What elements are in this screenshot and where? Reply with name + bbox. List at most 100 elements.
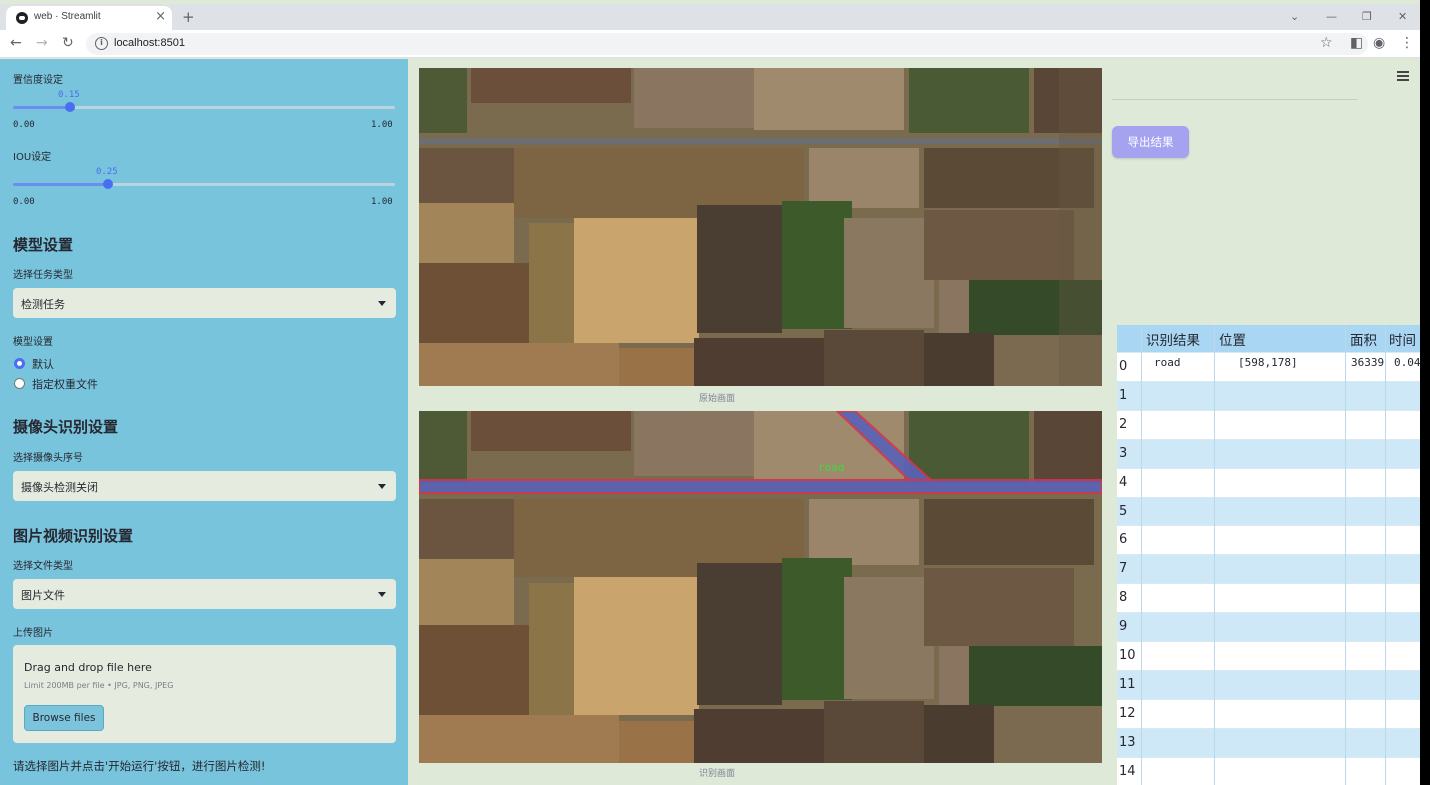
detection-result-image bbox=[419, 411, 1102, 763]
confidence-slider-fill bbox=[13, 106, 70, 109]
file-type-label: 选择文件类型 bbox=[13, 561, 73, 572]
table-row[interactable]: 2 bbox=[1117, 409, 1420, 439]
row-index: 7 bbox=[1119, 561, 1128, 577]
header-time: 时间 bbox=[1389, 333, 1416, 349]
column-divider bbox=[1141, 325, 1142, 785]
browse-files-button[interactable]: Browse files bbox=[24, 705, 104, 731]
cell-result: road bbox=[1154, 356, 1181, 369]
aerial-farmland-image bbox=[419, 68, 1102, 386]
table-row[interactable]: 6 bbox=[1117, 525, 1420, 555]
navigation-bar: ← → ↻ i localhost:8501 ☆ ◧ ◉ ⋮ bbox=[0, 30, 1420, 58]
row-index: 14 bbox=[1119, 763, 1136, 779]
iou-slider[interactable] bbox=[13, 179, 395, 189]
iou-min: 0.00 bbox=[13, 197, 35, 207]
confidence-max: 1.00 bbox=[371, 120, 393, 130]
original-caption: 原始画面 bbox=[698, 394, 735, 404]
row-index: 11 bbox=[1119, 676, 1136, 692]
table-row[interactable]: 3 bbox=[1117, 438, 1420, 468]
upload-label: 上传图片 bbox=[13, 628, 53, 639]
streamlit-favicon-icon bbox=[16, 12, 28, 24]
radio-selected-icon bbox=[14, 358, 25, 369]
row-index: 6 bbox=[1119, 532, 1128, 548]
forward-icon[interactable]: → bbox=[36, 35, 48, 51]
browser-tab[interactable]: web · Streamlit × bbox=[6, 6, 172, 30]
column-divider bbox=[1385, 325, 1386, 785]
table-row[interactable]: 9 bbox=[1117, 612, 1420, 642]
table-row[interactable]: 8 bbox=[1117, 583, 1420, 613]
radio-custom-weights-label: 指定权重文件 bbox=[32, 378, 98, 391]
results-table[interactable]: 识别结果 位置 面积 时间 0 road [598,178] 36339 0.04 1 2 3… bbox=[1117, 325, 1420, 785]
radio-default-label: 默认 bbox=[32, 358, 54, 371]
table-row[interactable]: 0 road [598,178] 36339 0.04 bbox=[1117, 352, 1420, 381]
table-row[interactable]: 4 bbox=[1117, 467, 1420, 497]
export-results-button[interactable]: 导出结果 bbox=[1112, 126, 1189, 158]
sidebar: 置信度设定 0.15 0.00 1.00 IOU设定 0.25 0.00 1.0… bbox=[0, 59, 408, 785]
file-dropzone[interactable]: Drag and drop file here Limit 200MB per … bbox=[13, 645, 396, 743]
close-window-icon[interactable]: ✕ bbox=[1398, 10, 1407, 23]
profile-icon[interactable]: ◉ bbox=[1373, 35, 1385, 51]
camera-index-select[interactable]: 摄像头检测关闭 bbox=[13, 471, 396, 501]
result-image: road bbox=[419, 411, 1102, 763]
table-row[interactable]: 13 bbox=[1117, 727, 1420, 757]
tab-bar: web · Streamlit × + ⌄ — ❐ ✕ bbox=[0, 4, 1420, 30]
confidence-label: 置信度设定 bbox=[13, 75, 63, 86]
column-divider bbox=[1214, 325, 1215, 785]
row-index: 1 bbox=[1119, 387, 1128, 403]
table-row[interactable]: 11 bbox=[1117, 669, 1420, 699]
header-area: 面积 bbox=[1350, 333, 1377, 349]
detection-label: road bbox=[818, 461, 845, 474]
radio-unselected-icon bbox=[14, 378, 25, 389]
close-tab-icon[interactable]: × bbox=[155, 9, 166, 24]
header-position: 位置 bbox=[1219, 333, 1246, 349]
bookmark-star-icon[interactable]: ☆ bbox=[1320, 35, 1333, 51]
row-index: 5 bbox=[1119, 503, 1128, 519]
iou-value: 0.25 bbox=[96, 167, 118, 177]
row-index: 0 bbox=[1119, 359, 1128, 374]
row-index: 12 bbox=[1119, 705, 1136, 721]
file-type-value: 图片文件 bbox=[21, 589, 65, 602]
row-index: 9 bbox=[1119, 619, 1128, 635]
tab-search-icon[interactable]: ⌄ bbox=[1290, 10, 1299, 23]
camera-index-label: 选择摄像头序号 bbox=[13, 453, 83, 464]
task-type-label: 选择任务类型 bbox=[13, 270, 73, 281]
new-tab-icon[interactable]: + bbox=[182, 8, 195, 26]
table-row[interactable]: 14 bbox=[1117, 756, 1420, 785]
table-row[interactable]: 7 bbox=[1117, 554, 1420, 584]
row-index: 8 bbox=[1119, 590, 1128, 606]
back-icon[interactable]: ← bbox=[10, 35, 22, 51]
task-type-value: 检测任务 bbox=[21, 298, 65, 311]
iou-label: IOU设定 bbox=[13, 152, 52, 163]
row-index: 2 bbox=[1119, 416, 1128, 432]
url-text: localhost:8501 bbox=[114, 37, 185, 49]
minimize-icon[interactable]: — bbox=[1326, 10, 1337, 23]
column-divider bbox=[1345, 325, 1346, 785]
instruction-text: 请选择图片并点击'开始运行'按钮，进行图片检测! bbox=[13, 759, 266, 773]
chevron-down-icon bbox=[378, 301, 386, 306]
table-row[interactable]: 5 bbox=[1117, 496, 1420, 526]
address-bar[interactable]: i localhost:8501 bbox=[86, 33, 1368, 55]
row-index: 4 bbox=[1119, 474, 1128, 490]
table-row[interactable]: 10 bbox=[1117, 641, 1420, 670]
cell-time: 0.04 bbox=[1394, 356, 1420, 369]
browser-menu-icon[interactable]: ⋮ bbox=[1400, 35, 1414, 51]
table-header: 识别结果 位置 面积 时间 bbox=[1117, 325, 1420, 352]
restore-icon[interactable]: ❐ bbox=[1362, 10, 1372, 23]
table-row[interactable]: 1 bbox=[1117, 380, 1420, 410]
cell-position: [598,178] bbox=[1238, 356, 1298, 369]
browser-window: web · Streamlit × + ⌄ — ❐ ✕ ← → ↻ i loca… bbox=[0, 0, 1420, 785]
task-type-select[interactable]: 检测任务 bbox=[13, 288, 396, 318]
side-panel-icon[interactable]: ◧ bbox=[1350, 35, 1363, 51]
header-result: 识别结果 bbox=[1146, 333, 1200, 349]
file-type-select[interactable]: 图片文件 bbox=[13, 579, 396, 609]
site-info-icon[interactable]: i bbox=[95, 37, 108, 50]
confidence-slider[interactable] bbox=[13, 102, 395, 112]
iou-slider-thumb[interactable] bbox=[103, 179, 113, 189]
dropzone-limit: Limit 200MB per file • JPG, PNG, JPEG bbox=[24, 681, 174, 690]
dropzone-text: Drag and drop file here bbox=[24, 661, 152, 674]
model-settings-heading: 模型设置 bbox=[13, 236, 74, 254]
row-index: 13 bbox=[1119, 734, 1136, 750]
table-row[interactable]: 12 bbox=[1117, 698, 1420, 728]
reload-icon[interactable]: ↻ bbox=[62, 35, 74, 51]
hamburger-menu-icon[interactable] bbox=[1397, 71, 1409, 81]
confidence-slider-thumb[interactable] bbox=[65, 102, 75, 112]
